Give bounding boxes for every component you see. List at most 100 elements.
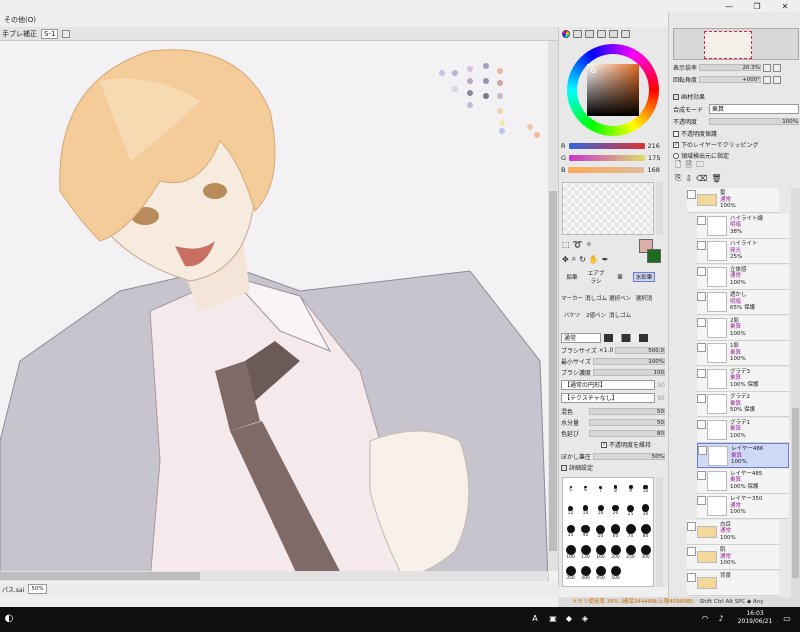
brush-size-presets[interactable]: 5 6 7 8 9 10 12 14 16 20 25 30 35 40 50 60 70 80 100 120 160… (562, 477, 654, 587)
folder-icon[interactable]: ▣ (548, 614, 558, 624)
g-slider[interactable] (569, 155, 646, 161)
brush-size-25[interactable]: 25 (623, 499, 638, 520)
layer-visibility-icon[interactable] (687, 190, 696, 199)
app-icon[interactable]: ◐ (4, 614, 14, 624)
water-value[interactable]: 50 (589, 419, 665, 426)
brush-size-20[interactable]: 20 (608, 499, 623, 520)
notification-icon[interactable]: ▭ (782, 614, 792, 624)
brush-mode-select[interactable]: 通常 (561, 333, 601, 343)
layer-item[interactable]: グラデ2 乗算 50% 保護 (697, 392, 789, 417)
merge-down-icon[interactable]: ⇩ (685, 174, 692, 183)
rotate-right-button[interactable] (773, 75, 782, 84)
new-vector-layer-icon[interactable]: 🗎 (685, 159, 691, 173)
keep-opacity-checkbox[interactable]: ✓ (601, 441, 607, 448)
layer-visibility-icon[interactable] (697, 292, 706, 301)
brush-size-50[interactable]: 50 (593, 520, 608, 541)
layer-visibility-icon[interactable] (697, 317, 706, 327)
close-button[interactable]: ✕ (774, 0, 796, 12)
layer-item[interactable]: 肌通常 100% (687, 545, 779, 570)
protect-opacity-checkbox[interactable] (673, 130, 679, 137)
layer-visibility-icon[interactable] (697, 368, 706, 378)
brush-shape-presets[interactable] (604, 334, 648, 342)
tray-icon-2[interactable]: ◈ (580, 614, 590, 624)
layer-visibility-icon[interactable] (697, 419, 706, 429)
tool-watercolor[interactable]: 水彩筆 (633, 272, 655, 282)
menu-other[interactable]: その他(O) (4, 16, 36, 24)
delete-layer-icon[interactable]: 🗑 (711, 174, 721, 183)
brush-size-scrollbar[interactable] (656, 477, 663, 587)
ime-icon[interactable]: A (530, 614, 540, 624)
restore-button[interactable]: ❐ (746, 0, 768, 12)
layer-visibility-icon[interactable] (698, 446, 707, 455)
layer-item[interactable]: 1影 乗算 100% (697, 341, 789, 366)
brush-size-80[interactable]: 80 (638, 520, 653, 541)
brush-size-35[interactable]: 35 (563, 520, 578, 541)
layer-item[interactable]: レイヤー350 通常 100% (697, 494, 789, 519)
brush-size-30[interactable]: 30 (638, 499, 653, 520)
lasso-icon[interactable]: ➰ (573, 240, 583, 249)
file-tab[interactable]: パス.sai (2, 585, 24, 594)
tool-airbrush[interactable]: エアブラシ (585, 269, 607, 285)
r-slider[interactable] (568, 143, 645, 149)
mixer-icon[interactable] (597, 30, 606, 38)
brush-size-400[interactable]: 400 (578, 562, 593, 583)
magic-wand-icon[interactable]: ✧ (586, 240, 593, 249)
brush-size-450[interactable]: 450 (593, 562, 608, 583)
swatch-icon[interactable] (609, 30, 618, 38)
hand-icon[interactable]: ✋ (589, 255, 599, 264)
layer-scrollbar[interactable] (791, 188, 800, 597)
clock[interactable]: 16:03 2019/06/21 (735, 610, 775, 626)
rect-select-icon[interactable]: ⬚ (562, 240, 570, 249)
tool-bucket[interactable]: バケツ (561, 311, 583, 319)
layer-visibility-icon[interactable] (697, 241, 706, 250)
hsv-slider-icon[interactable] (585, 30, 594, 38)
clipping-checkbox[interactable]: ✓ (673, 141, 679, 148)
layer-item[interactable]: ハイライト線 明暗 38% (697, 213, 789, 239)
min-size-value[interactable]: 100% (592, 358, 665, 365)
tool-marker[interactable]: マーカー (561, 294, 583, 302)
brush-size-350[interactable]: 350 (563, 562, 578, 583)
brush-size-mult[interactable]: ×1.0 (599, 347, 614, 354)
brush-shape-select[interactable]: 【通常の円形】 (561, 380, 656, 390)
tool-eraser[interactable]: 消しゴム (585, 294, 607, 302)
canvas-horizontal-scrollbar[interactable] (0, 571, 548, 581)
new-folder-icon[interactable]: 🗀 (696, 159, 704, 173)
blend-mode-select[interactable]: 乗算 (709, 104, 799, 114)
blur-pressure-value[interactable]: 50% (593, 453, 665, 460)
zoom-value[interactable]: 20.3% (699, 64, 762, 71)
layer-visibility-icon[interactable] (697, 215, 706, 225)
brush-size-12[interactable]: 12 (563, 499, 578, 520)
brush-size-14[interactable]: 14 (578, 499, 593, 520)
brush-size-200[interactable]: 200 (608, 541, 623, 562)
canvas-vertical-scrollbar[interactable] (548, 41, 558, 571)
layer-visibility-icon[interactable] (697, 266, 706, 276)
zoom-out-button[interactable] (763, 63, 772, 72)
brush-size-120[interactable]: 120 (578, 541, 593, 562)
brush-size-10[interactable]: 10 (638, 478, 653, 499)
mic-icon[interactable]: ♪ (716, 614, 726, 624)
brush-size-5[interactable]: 5 (563, 478, 578, 499)
new-layer-icon[interactable]: 🗋 (675, 159, 681, 173)
layer-visibility-icon[interactable] (697, 496, 706, 505)
source-checkbox[interactable] (673, 152, 679, 159)
layer-visibility-icon[interactable] (697, 394, 706, 403)
layer-item[interactable]: レイヤー485 乗算 100% 保護 (697, 468, 789, 494)
tool-select-eraser[interactable]: 選択消 (633, 294, 655, 302)
detail-toggle[interactable] (561, 464, 567, 471)
effect-toggle[interactable] (673, 93, 679, 100)
brush-size-value[interactable]: 500.0 (615, 347, 665, 354)
brush-size-9[interactable]: 9 (623, 478, 638, 499)
brush-size-40[interactable]: 40 (578, 520, 593, 541)
rgb-slider-icon[interactable] (573, 30, 582, 38)
brush-size-8[interactable]: 8 (608, 478, 623, 499)
brush-size-70[interactable]: 70 (623, 520, 638, 541)
stabilizer-button[interactable] (62, 29, 71, 38)
brush-size-60[interactable]: 60 (608, 520, 623, 541)
color-wheel-icon[interactable] (562, 30, 570, 38)
layer-visibility-icon[interactable] (687, 521, 696, 531)
minimize-button[interactable]: — (718, 0, 740, 12)
brush-size-500[interactable]: 500 (608, 562, 623, 583)
background-color-swatch[interactable] (647, 249, 661, 263)
density-value[interactable]: 100 (592, 369, 665, 376)
layer-item[interactable]: 2影 乗算 100% (697, 315, 789, 341)
